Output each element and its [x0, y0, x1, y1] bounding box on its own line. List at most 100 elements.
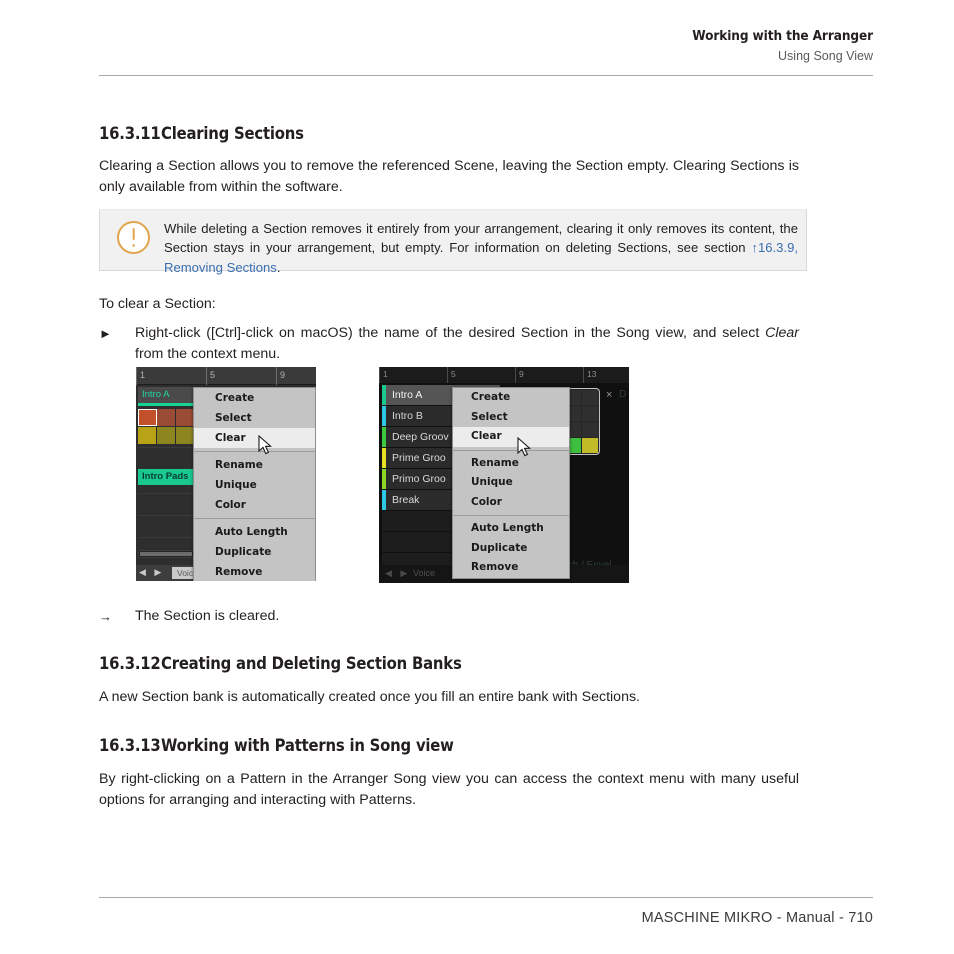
procedure-step: ► Right-click ([Ctrl]-click on macOS) th…: [99, 323, 799, 365]
menu-item-duplicate[interactable]: Duplicate: [453, 539, 569, 559]
scene-name: Intro B: [392, 410, 423, 422]
menu-item-select[interactable]: Select: [194, 408, 315, 428]
context-menu-left[interactable]: Create Select Clear Rename Unique Color …: [193, 387, 316, 581]
exclamation-stroke: [132, 228, 135, 240]
note-text: While deleting a Section removes it enti…: [164, 219, 798, 277]
timeline-ruler-right: 1 5 9 13: [379, 367, 629, 383]
scene-color-stripe: [382, 448, 386, 468]
paragraph-patterns-song-view: By right-clicking on a Pattern in the Ar…: [99, 771, 799, 808]
heading-16-3-13: 16.3.13Working with Patterns in Song vie…: [99, 736, 454, 755]
menu-item-rename[interactable]: Rename: [194, 455, 315, 475]
menu-item-duplicate[interactable]: Duplicate: [194, 542, 315, 562]
pattern-clip[interactable]: [157, 409, 176, 426]
step-text: Right-click ([Ctrl]-click on macOS) the …: [135, 323, 799, 365]
scene-color-stripe: [382, 385, 386, 405]
heading-number: 16.3.12: [99, 654, 161, 673]
menu-item-clear[interactable]: Clear: [194, 428, 315, 448]
pad-cell[interactable]: [581, 390, 598, 405]
mouse-cursor-icon: [517, 437, 531, 457]
exclamation-dot: [132, 244, 135, 247]
ruler-tick-1: 1: [379, 367, 388, 383]
menu-separator: [453, 515, 569, 516]
scene-name: Break: [392, 494, 420, 506]
menu-item-auto-length[interactable]: Auto Length: [453, 519, 569, 539]
heading-title: Creating and Deleting Section Banks: [161, 654, 462, 673]
ruler-tick-9: 9: [515, 367, 524, 383]
context-menu-right[interactable]: Create Select Clear Rename Unique Color …: [452, 387, 570, 579]
menu-item-remove[interactable]: Remove: [194, 562, 315, 581]
note-box: While deleting a Section removes it enti…: [99, 209, 807, 275]
menu-item-select[interactable]: Select: [453, 408, 569, 428]
ruler-tick-5: 5: [447, 367, 456, 383]
pad-cell[interactable]: [581, 422, 598, 437]
menu-item-create[interactable]: Create: [194, 388, 315, 408]
close-icon[interactable]: ×: [606, 389, 612, 401]
pad-cell-active-yellow[interactable]: [581, 438, 598, 453]
section-slot-intro-a[interactable]: Intro A: [138, 387, 194, 403]
step-bullet-icon: ►: [99, 326, 112, 341]
procedure-result: → The Section is cleared.: [99, 606, 799, 627]
menu-item-unique[interactable]: Unique: [453, 473, 569, 493]
menu-item-rename[interactable]: Rename: [453, 454, 569, 474]
timeline-ruler-left: 1 5 9: [136, 367, 316, 385]
faint-label-right: D: [619, 389, 627, 400]
result-text: The Section is cleared.: [135, 608, 280, 624]
running-head-subtitle: Using Song View: [778, 49, 873, 63]
menu-item-unique[interactable]: Unique: [194, 475, 315, 495]
menu-item-color[interactable]: Color: [194, 495, 315, 515]
screenshot-song-view-hardware: 1 5 9 Intro A Intro Pads ◀ ▶ Voice Creat…: [136, 367, 316, 581]
pattern-clip[interactable]: [138, 427, 157, 444]
menu-item-create[interactable]: Create: [453, 388, 569, 408]
heading-number: 16.3.11: [99, 124, 161, 143]
running-head: Working with the Arranger Using Song Vie…: [99, 28, 873, 66]
scene-name: Deep Groov: [392, 431, 449, 443]
menu-separator: [194, 451, 315, 452]
heading-title: Clearing Sections: [161, 124, 304, 143]
result-arrow-icon: →: [99, 609, 112, 624]
scene-color-stripe: [382, 469, 386, 489]
ruler-tick-5: 5: [206, 367, 215, 385]
scene-name: Primo Groo: [392, 473, 446, 485]
section-color-underline: [138, 403, 194, 406]
warning-circle-icon: [117, 221, 150, 254]
pattern-clip[interactable]: [138, 409, 157, 426]
footer-rule: [99, 897, 873, 898]
menu-item-clear[interactable]: Clear: [453, 427, 569, 447]
scene-color-stripe: [382, 490, 386, 510]
heading-16-3-11: 16.3.11Clearing Sections: [99, 124, 304, 143]
menu-item-color[interactable]: Color: [453, 493, 569, 513]
manual-page: Working with the Arranger Using Song Vie…: [0, 0, 954, 954]
menu-separator: [453, 449, 569, 451]
step-text-emphasis: Clear: [765, 325, 799, 341]
running-head-title: Working with the Arranger: [692, 28, 873, 44]
procedure-intro: To clear a Section:: [99, 296, 216, 312]
menu-separator: [194, 518, 315, 519]
menu-item-remove[interactable]: Remove: [453, 558, 569, 578]
note-text-before: While deleting a Section removes it enti…: [164, 221, 798, 256]
header-rule: [99, 75, 873, 76]
scene-color-stripe: [382, 406, 386, 426]
ruler-tick-1: 1: [136, 367, 145, 385]
ruler-tick-9: 9: [276, 367, 285, 385]
group-label-intro-pads[interactable]: Intro Pads: [138, 469, 200, 485]
nav-arrows-icon[interactable]: ◀ ▶: [139, 567, 164, 578]
mouse-cursor-icon: [258, 435, 272, 455]
scene-name: Intro A: [392, 389, 423, 401]
tab-voice[interactable]: Voice: [413, 568, 435, 578]
scene-color-stripe: [382, 427, 386, 447]
menu-item-auto-length[interactable]: Auto Length: [194, 522, 315, 542]
nav-arrows-icon[interactable]: ◀ ▶: [385, 568, 410, 579]
heading-16-3-12: 16.3.12Creating and Deleting Section Ban…: [99, 654, 462, 673]
paragraph-clearing-sections: Clearing a Section allows you to remove …: [99, 158, 799, 195]
note-text-after: .: [276, 259, 281, 275]
heading-title: Working with Patterns in Song view: [161, 736, 454, 755]
paragraph-section-banks: A new Section bank is automatically crea…: [99, 689, 641, 705]
scrollbar-thumb[interactable]: [140, 552, 192, 556]
heading-number: 16.3.13: [99, 736, 161, 755]
screenshot-song-view-software: 1 5 9 13 Intro A Intro B Deep Groov Prim…: [379, 367, 629, 583]
step-text-part1: Right-click ([Ctrl]-click on macOS) the …: [135, 325, 766, 341]
scene-name: Prime Groo: [392, 452, 446, 464]
pad-cell[interactable]: [581, 406, 598, 421]
pattern-clip[interactable]: [157, 427, 176, 444]
step-text-part2: from the context menu.: [135, 346, 281, 362]
